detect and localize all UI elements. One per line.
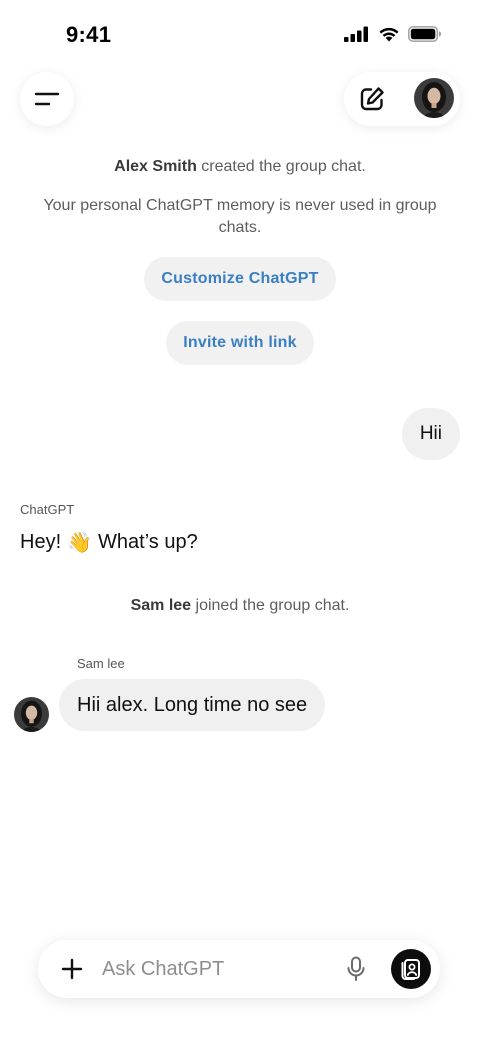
message-composer — [38, 940, 440, 998]
created-text: created the group chat. — [196, 158, 366, 175]
attach-button[interactable] — [58, 955, 86, 983]
user-avatar-image — [414, 78, 454, 118]
joined-name: Sam lee — [130, 597, 192, 614]
new-chat-button[interactable] — [348, 75, 396, 123]
battery-icon — [408, 26, 441, 42]
assistant-message-start: Hey! — [20, 530, 62, 553]
sidebar-menu-icon — [34, 92, 60, 106]
joined-group-message: Sam lee joined the group chat. — [0, 595, 480, 617]
assistant-sender-label: ChatGPT — [20, 502, 75, 517]
ask-chatgpt-input[interactable] — [102, 954, 322, 984]
other-sender-label: Sam lee — [77, 656, 125, 671]
assistant-message-end: What’s up? — [98, 530, 198, 553]
plus-icon — [61, 958, 83, 980]
memory-notice: Your personal ChatGPT memory is never us… — [43, 197, 437, 236]
user-avatar[interactable] — [414, 78, 454, 118]
waving-hand-emoji: 👋 — [67, 530, 93, 554]
status-bar: 9:41 — [0, 0, 480, 70]
wifi-icon — [379, 27, 399, 42]
sam-lee-avatar[interactable] — [14, 697, 49, 732]
new-chat-pencil-icon — [360, 87, 384, 111]
assistant-message: Hey! 👋 What’s up? — [20, 530, 198, 554]
other-message-bubble: Hii alex. Long time no see — [59, 679, 326, 731]
sidebar-menu-button[interactable] — [20, 72, 74, 126]
group-voice-icon — [401, 959, 420, 980]
cellular-signal-icon — [344, 26, 368, 42]
header-actions — [344, 72, 460, 126]
created-group-message: Alex Smith created the group chat. — [0, 156, 480, 178]
status-icons — [344, 26, 442, 42]
joined-text: joined the group chat. — [191, 597, 350, 614]
status-time: 9:41 — [66, 22, 112, 47]
user-message-bubble: Hii — [401, 408, 460, 460]
voice-mode-button[interactable] — [391, 949, 431, 989]
creator-name: Alex Smith — [114, 158, 197, 175]
dictation-button[interactable] — [342, 955, 370, 983]
microphone-icon — [347, 956, 365, 981]
customize-chatgpt-button[interactable]: Customize ChatGPT — [144, 257, 336, 301]
invite-with-link-button[interactable]: Invite with link — [166, 321, 314, 365]
sam-lee-avatar-image — [14, 697, 49, 732]
